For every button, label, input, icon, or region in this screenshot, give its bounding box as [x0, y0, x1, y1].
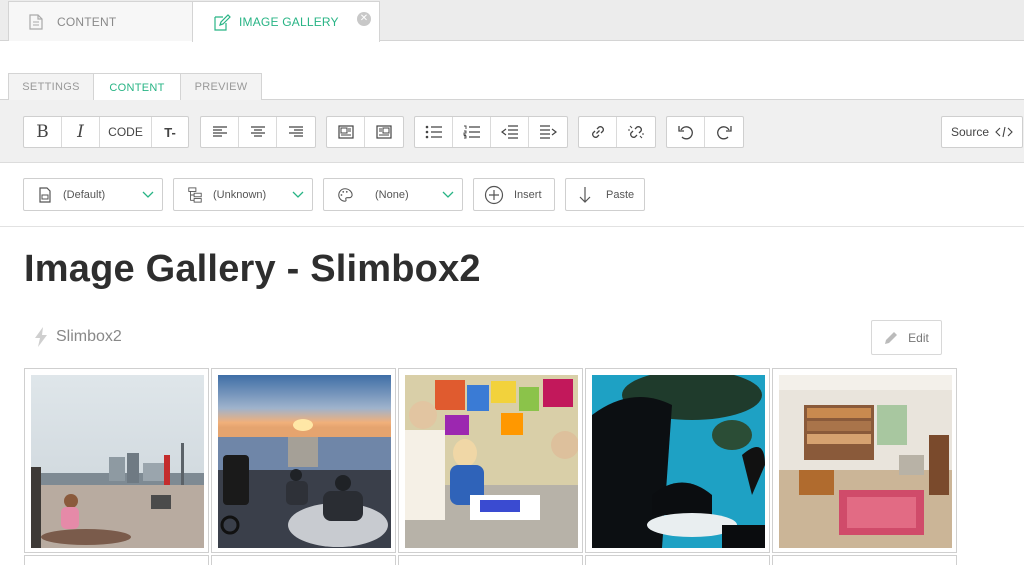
- format-bar: (Default) (Unknown) (None) Insert Paste: [0, 163, 1024, 227]
- code-brackets-icon: [995, 126, 1013, 138]
- document-icon: [29, 13, 45, 30]
- align-center-icon: [250, 126, 265, 137]
- bullet-list-icon: [425, 125, 442, 139]
- italic-button[interactable]: I: [62, 117, 100, 147]
- align-center-button[interactable]: [239, 117, 277, 147]
- align-group: [200, 116, 316, 148]
- page-layout-icon: [39, 186, 51, 203]
- outdent-icon: [500, 125, 518, 139]
- gallery-image-9[interactable]: [585, 555, 770, 565]
- image-right-button[interactable]: [365, 117, 403, 147]
- align-left-button[interactable]: [201, 117, 239, 147]
- structure-tree-icon: [188, 186, 202, 203]
- align-right-button[interactable]: [277, 117, 315, 147]
- tab-image-gallery-label: IMAGE GALLERY: [239, 15, 339, 29]
- edit-module-button[interactable]: Edit: [871, 320, 942, 355]
- gallery-image-6[interactable]: [24, 555, 209, 565]
- source-label: Source: [950, 125, 990, 139]
- gallery-image-8[interactable]: [398, 555, 583, 565]
- chevron-down-icon: [442, 191, 454, 198]
- unlink-button[interactable]: [617, 117, 655, 147]
- editor-tab-bar: SETTINGS CONTENT PREVIEW: [0, 73, 1024, 101]
- tab-preview[interactable]: PREVIEW: [180, 73, 262, 100]
- insert-button[interactable]: Insert: [473, 178, 555, 211]
- bullet-list-button[interactable]: [415, 117, 453, 147]
- style-select[interactable]: (Default): [23, 178, 163, 211]
- close-tab-icon[interactable]: ✕: [357, 12, 371, 26]
- undo-button[interactable]: [667, 117, 705, 147]
- chevron-down-icon: [142, 191, 154, 198]
- editor-toolbar: B I CODE T- Source: [0, 100, 1024, 163]
- history-group: [666, 116, 744, 148]
- theme-select-value: (None): [375, 188, 409, 201]
- gallery-image-10[interactable]: [772, 555, 957, 565]
- tab-content-label: CONTENT: [57, 14, 117, 29]
- pencil-icon: [885, 331, 898, 344]
- text-format-group: B I CODE T-: [23, 116, 189, 148]
- outdent-button[interactable]: [491, 117, 529, 147]
- edit-document-icon: [213, 14, 231, 31]
- gallery-image-3[interactable]: [398, 368, 583, 553]
- image-align-group: [326, 116, 404, 148]
- image-left-button[interactable]: [327, 117, 365, 147]
- image-right-icon: [376, 125, 392, 139]
- insert-label: Insert: [514, 188, 542, 201]
- plus-circle-icon: [484, 185, 504, 204]
- numbered-list-icon: [463, 125, 480, 139]
- clear-format-button[interactable]: T-: [152, 117, 188, 147]
- paste-button[interactable]: Paste: [565, 178, 645, 211]
- gallery-image-2[interactable]: [211, 368, 396, 553]
- bold-button[interactable]: B: [24, 117, 62, 147]
- theme-select[interactable]: (None): [323, 178, 463, 211]
- structure-select[interactable]: (Unknown): [173, 178, 313, 211]
- redo-button[interactable]: [705, 117, 743, 147]
- style-select-value: (Default): [63, 188, 106, 201]
- arrow-down-icon: [579, 186, 591, 203]
- edit-label: Edit: [908, 330, 929, 345]
- source-button[interactable]: Source: [941, 116, 1023, 148]
- align-left-icon: [212, 126, 227, 137]
- gallery-image-5[interactable]: [772, 368, 957, 553]
- link-button[interactable]: [579, 117, 617, 147]
- paste-label: Paste: [606, 188, 635, 201]
- unlink-icon: [628, 125, 644, 139]
- code-button[interactable]: CODE: [100, 117, 152, 147]
- module-name: Slimbox2: [56, 328, 122, 345]
- list-group: [414, 116, 568, 148]
- image-left-icon: [337, 125, 354, 139]
- indent-icon: [540, 125, 557, 139]
- gallery-image-4[interactable]: [585, 368, 770, 553]
- tab-content[interactable]: CONTENT: [8, 1, 193, 41]
- link-icon: [591, 126, 604, 138]
- undo-icon: [677, 126, 693, 140]
- palette-icon: [338, 187, 353, 202]
- gallery-image-7[interactable]: [211, 555, 396, 565]
- link-group: [578, 116, 656, 148]
- gallery-image-1[interactable]: [24, 368, 209, 553]
- lightning-icon: [35, 327, 47, 347]
- indent-button[interactable]: [529, 117, 567, 147]
- module-label: Slimbox2: [34, 327, 122, 347]
- tab-settings[interactable]: SETTINGS: [8, 73, 94, 100]
- tab-image-gallery[interactable]: IMAGE GALLERY ✕: [192, 1, 380, 42]
- numbered-list-button[interactable]: [453, 117, 491, 147]
- window-tab-bar: CONTENT IMAGE GALLERY ✕: [0, 0, 1024, 42]
- structure-select-value: (Unknown): [213, 188, 267, 201]
- align-right-icon: [289, 126, 303, 137]
- redo-icon: [717, 126, 732, 140]
- tab-editor-content[interactable]: CONTENT: [93, 73, 181, 101]
- chevron-down-icon: [292, 191, 304, 198]
- page-title[interactable]: Image Gallery - Slimbox2: [24, 248, 481, 291]
